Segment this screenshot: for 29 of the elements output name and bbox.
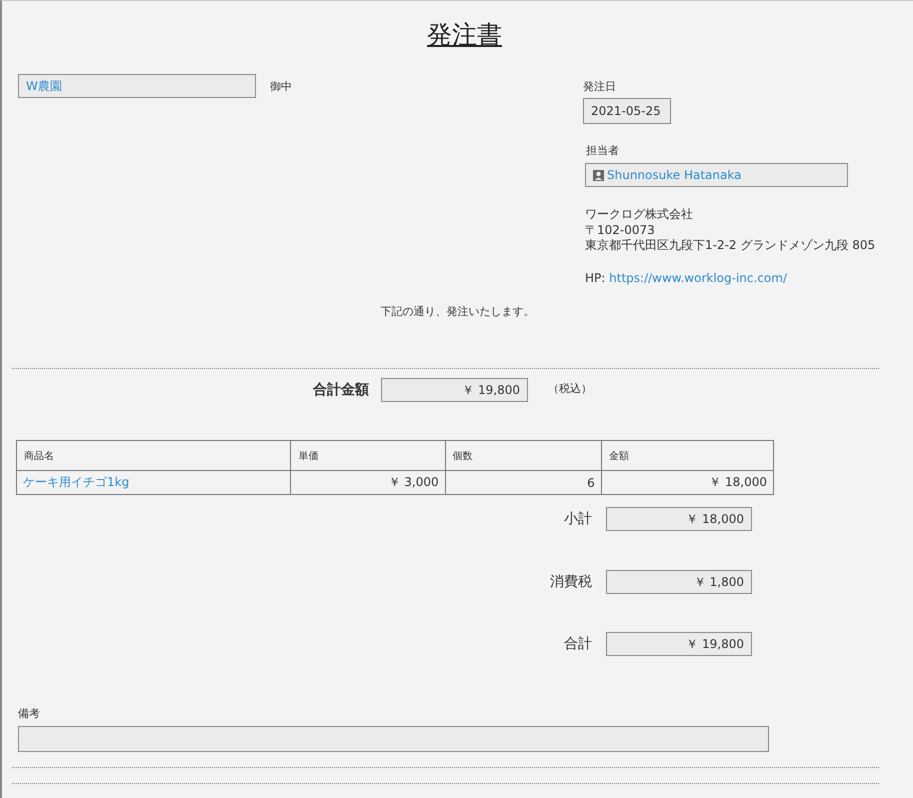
company-address: 東京都千代田区九段下1-2-2 グランドメゾン九段 805 [585, 238, 876, 254]
tax-note: （税込） [548, 380, 592, 396]
summary-field[interactable]: ￥ 18,000 [606, 507, 752, 531]
summary-field[interactable]: ￥ 19,800 [606, 632, 752, 656]
column-header: 個数 [445, 440, 602, 470]
company-name: ワークログ株式会社 [585, 207, 694, 222]
column-header: 金額 [601, 440, 774, 470]
remarks-label: 備考 [18, 706, 41, 721]
column-header: 単価 [290, 440, 446, 470]
total-field[interactable]: ￥ 19,800 [381, 378, 528, 402]
homepage-label: HP: [585, 270, 606, 284]
order-date-label: 発注日 [583, 79, 616, 94]
summary-field[interactable]: ￥ 1,800 [606, 570, 752, 594]
column-header: 商品名 [16, 440, 291, 470]
table-cell: ￥ 3,000 [290, 470, 446, 494]
table-cell: 6 [445, 470, 602, 494]
order-date-field[interactable]: 2021-05-25 [583, 98, 671, 124]
staff-label: 担当者 [586, 143, 619, 158]
order-message: 下記の通り、発注いたします。 [380, 304, 536, 319]
summary-label: 合計 [563, 635, 593, 653]
total-label: 合計金額 [313, 381, 369, 399]
summary-label: 消費税 [549, 573, 593, 591]
postal-code: 〒102-0073 [585, 222, 656, 238]
document-title: 発注書 [426, 19, 503, 51]
table-cell: ￥ 18,000 [601, 470, 774, 494]
person-icon [593, 170, 604, 180]
remarks-field[interactable] [18, 726, 769, 752]
honorific-label: 御中 [270, 79, 292, 94]
summary-label: 小計 [563, 510, 593, 528]
